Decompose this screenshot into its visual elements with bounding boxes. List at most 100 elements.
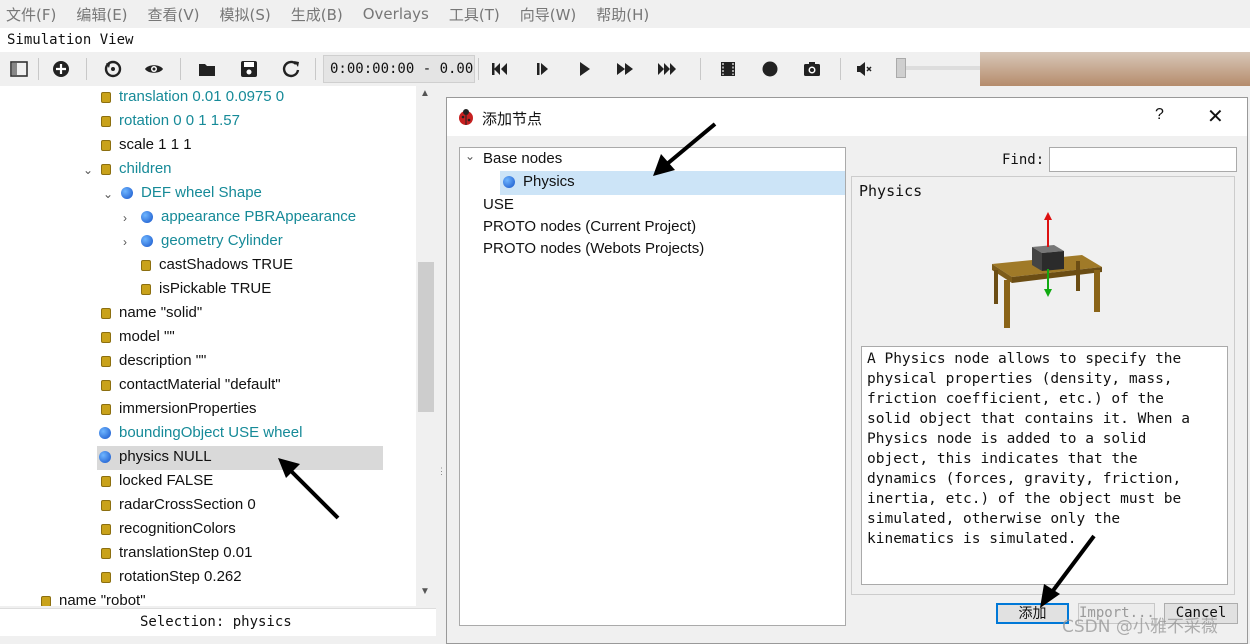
tree-row[interactable]: model "" [101,326,175,348]
tree-item-proto-webots[interactable]: PROTO nodes (Webots Projects) [483,238,704,260]
tree-row[interactable]: contactMaterial "default" [101,374,281,396]
menu-help[interactable]: 帮助(H) [596,4,649,25]
tree-row-label: translation 0.01 0.0975 0 [119,88,285,105]
step-icon[interactable] [529,56,555,82]
ladybug-icon [459,109,473,125]
menu-wizards[interactable]: 向导(W) [520,4,577,25]
tree-row-label: scale 1 1 1 [119,136,192,153]
tree-row[interactable]: name "solid" [101,302,202,324]
tree-row[interactable]: appearance PBRAppearance [141,206,356,228]
open-folder-icon[interactable] [194,56,220,82]
tree-item-use[interactable]: USE [483,194,514,216]
node-icon [99,451,111,464]
find-label: Find: [1002,152,1045,168]
node-icon [503,176,515,189]
simulation-time: 0:00:00:00 - 0.00x [323,55,475,83]
dialog-titlebar: 添加节点 ? ✕ [447,98,1247,136]
field-icon [101,547,111,559]
tree-row[interactable]: physics NULL [99,446,212,468]
volume-slider[interactable] [896,58,980,78]
add-node-icon[interactable] [48,56,74,82]
tree-row[interactable]: geometry Cylinder [141,230,283,252]
tree-row[interactable]: rotation 0 0 1 1.57 [101,110,240,132]
tree-row[interactable]: scale 1 1 1 [101,134,192,156]
field-icon [101,115,111,127]
physics-preview-image [992,212,1102,328]
menu-tools[interactable]: 工具(T) [449,4,500,25]
menu-overlays[interactable]: Overlays [363,5,429,23]
node-list[interactable]: ⌄ Base nodes Physics USE PROTO nodes (Cu… [459,147,846,626]
node-info-panel: Physics A Physics node allows to specify… [851,176,1235,595]
node-icon [121,187,133,200]
tree-row-label: immersionProperties [119,400,257,417]
tree-row[interactable]: recognitionColors [101,518,236,540]
tree-row-label: boundingObject USE wheel [119,424,303,441]
record-icon[interactable] [757,56,783,82]
tree-row[interactable]: immersionProperties [101,398,257,420]
play-icon[interactable] [571,56,597,82]
scroll-down-icon[interactable]: ▼ [420,586,430,597]
find-input[interactable] [1049,147,1237,172]
tree-row[interactable]: children [101,158,172,180]
fast-forward-icon[interactable] [612,56,638,82]
menu-view[interactable]: 查看(V) [148,4,200,25]
tree-row[interactable]: boundingObject USE wheel [99,422,302,444]
reload-icon[interactable] [100,56,126,82]
save-icon[interactable] [236,56,262,82]
tree-item-proto-current[interactable]: PROTO nodes (Current Project) [483,216,696,238]
tree-row[interactable]: translationStep 0.01 [101,542,252,564]
tree-row[interactable]: isPickable TRUE [141,278,271,300]
scene-tree[interactable]: translation 0.01 0.0975 0 rotation 0 0 1 … [0,86,436,606]
simulation-view-title: Simulation View [0,28,1250,52]
reset-icon[interactable] [278,56,304,82]
3d-view-background[interactable] [980,52,1250,86]
tree-row-label: DEF wheel Shape [141,184,262,201]
mute-icon[interactable] [851,56,877,82]
record-movie-icon[interactable] [715,56,741,82]
tree-row-label: model "" [119,328,175,345]
tree-row-label: translationStep 0.01 [119,544,253,561]
menu-file[interactable]: 文件(F) [6,4,56,25]
collapse-base-nodes-icon[interactable]: ⌄ [465,149,475,163]
collapse-children-icon[interactable]: ⌄ [83,163,93,177]
field-icon [101,403,111,415]
add-button[interactable]: 添加 [996,603,1069,624]
tree-row[interactable]: locked FALSE [101,470,213,492]
close-button[interactable]: ✕ [1207,104,1224,129]
tree-scrollbar[interactable]: ▲ ▼ [416,86,436,606]
node-icon [141,211,153,224]
tree-item-base-nodes[interactable]: Base nodes [483,148,562,170]
menu-build[interactable]: 生成(B) [291,4,343,25]
csdn-watermark: CSDN @小雅不采薇 [1062,617,1218,637]
menu-edit[interactable]: 编辑(E) [76,4,127,25]
toggle-panel-icon[interactable] [6,56,32,82]
tree-row[interactable]: name "robot" [41,590,146,606]
panel-splitter[interactable]: ⋮ [436,86,446,644]
screenshot-icon[interactable] [799,56,825,82]
tree-item-physics[interactable]: Physics [503,171,575,193]
menu-simulation[interactable]: 模拟(S) [220,4,271,25]
expand-geometry-icon[interactable]: › [123,235,127,249]
dialog-title: 添加节点 [482,110,543,128]
fastest-icon[interactable] [654,56,680,82]
tree-row[interactable]: translation 0.01 0.0975 0 [101,86,284,108]
tree-row[interactable]: castShadows TRUE [141,254,293,276]
help-button[interactable]: ? [1155,106,1164,124]
tree-row[interactable]: description "" [101,350,206,372]
eye-icon[interactable] [141,56,167,82]
tree-row[interactable]: radarCrossSection 0 [101,494,256,516]
tree-row[interactable]: DEF wheel Shape [121,182,262,204]
field-icon [101,331,111,343]
collapse-shape-icon[interactable]: ⌄ [103,187,113,201]
tree-row[interactable]: rotationStep 0.262 [101,566,242,588]
field-icon [101,307,111,319]
scroll-thumb[interactable] [418,262,434,412]
tree-row-label: contactMaterial "default" [119,376,281,393]
step-back-icon[interactable] [486,56,512,82]
selection-status: Selection: physics [0,608,436,636]
field-icon [101,163,111,175]
expand-appearance-icon[interactable]: › [123,211,127,225]
tree-row-label: geometry Cylinder [161,232,283,249]
tree-row-label: locked FALSE [119,472,214,489]
scroll-up-icon[interactable]: ▲ [420,88,430,99]
